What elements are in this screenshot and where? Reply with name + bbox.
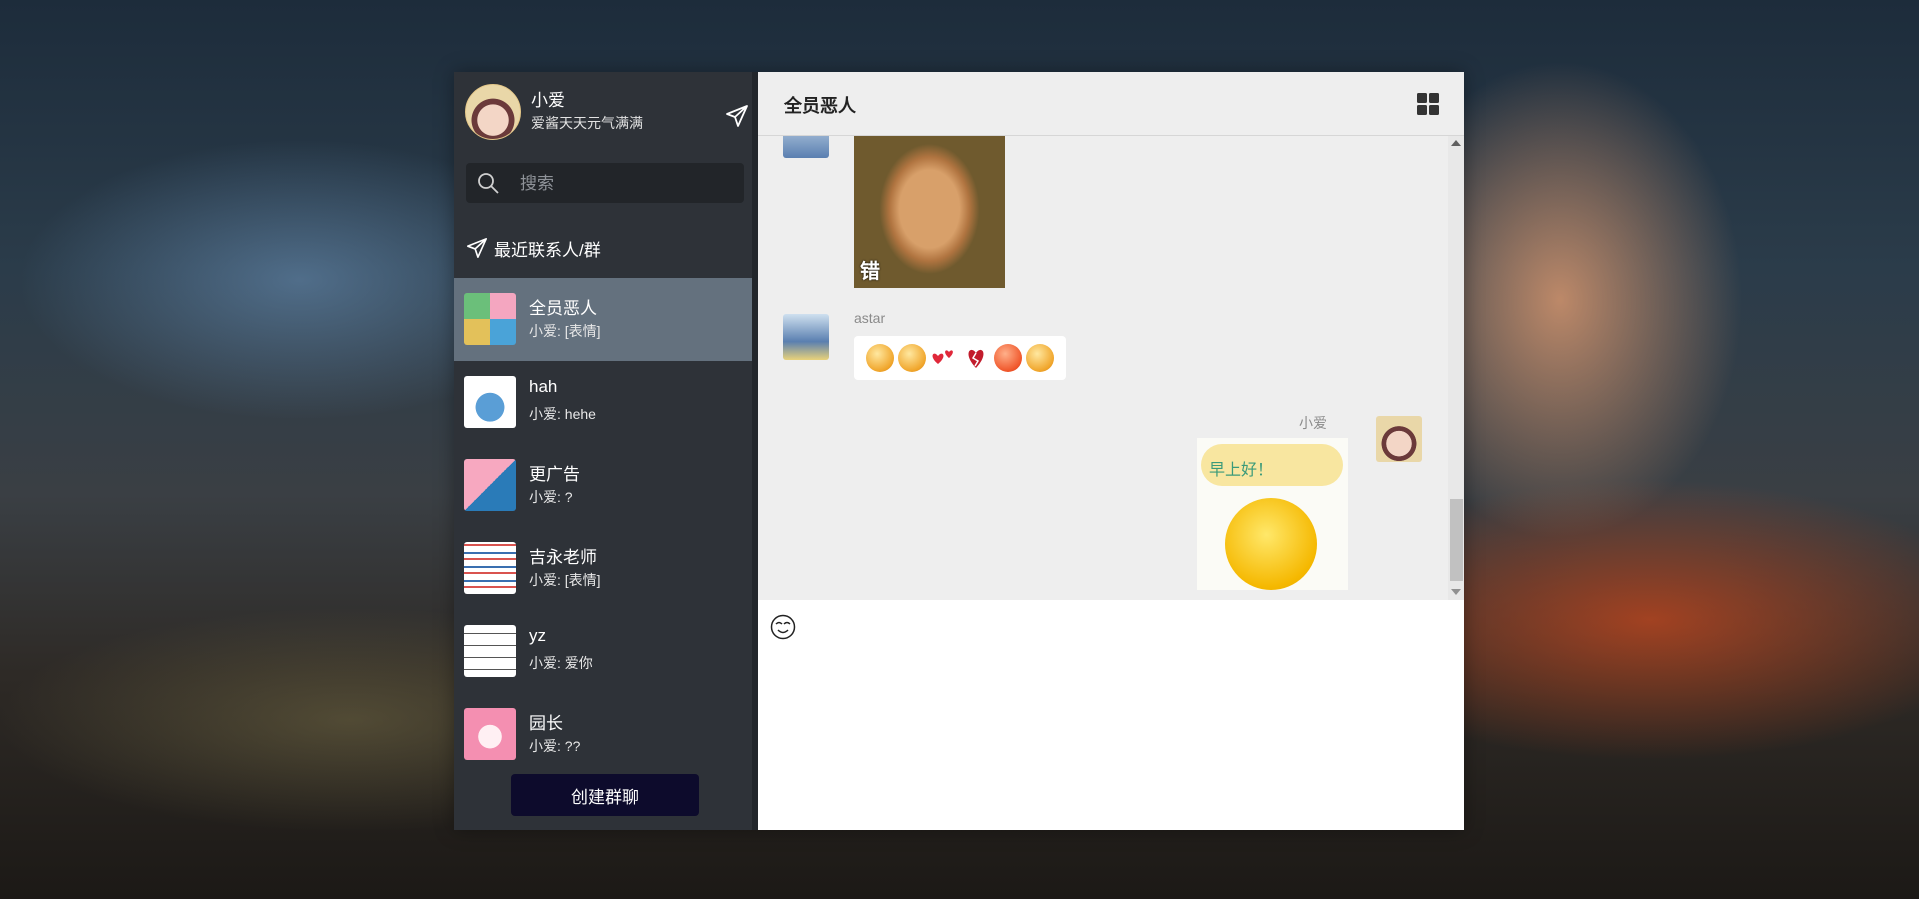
avatar[interactable] <box>1376 416 1422 462</box>
contact-last-message: 小爱: [表情] <box>529 572 601 588</box>
image-message[interactable]: 错 <box>854 136 1005 288</box>
avatar[interactable] <box>783 314 829 360</box>
broken-heart-icon <box>968 349 984 368</box>
contact-name: 全员恶人 <box>529 299 597 318</box>
smiley-icon[interactable] <box>770 614 796 640</box>
search-box <box>466 163 744 205</box>
contact-list: 全员恶人 小爱: [表情] hah 小爱: hehe 更广告 小爱: ? 吉永老… <box>454 278 752 776</box>
emoji-icon <box>994 344 1022 372</box>
scroll-up-arrow[interactable] <box>1451 140 1461 146</box>
emoji-icon <box>866 344 894 372</box>
paper-plane-icon[interactable] <box>725 104 749 128</box>
contact-item[interactable]: 全员恶人 小爱: [表情] <box>454 278 752 361</box>
avatar <box>464 376 516 428</box>
search-input[interactable] <box>518 163 732 205</box>
recent-contacts-header: 最近联系人/群 <box>466 236 601 260</box>
message-list[interactable]: 错 astar 小爱 早上好！ <box>758 136 1464 600</box>
message-input[interactable] <box>768 650 1452 824</box>
chat-header: 全员恶人 <box>758 72 1464 136</box>
contact-name: 更广告 <box>529 465 580 484</box>
chat-window: 小爱 爱酱天天元气满满 最近联系人/群 全员恶人 小爱: [表情] <box>454 72 1464 830</box>
scrollbar-thumb[interactable] <box>1450 499 1463 581</box>
avatar[interactable] <box>783 136 829 158</box>
contact-last-message: 小爱: ? <box>529 489 573 505</box>
sender-name: 小爱 <box>1299 415 1327 431</box>
avatar <box>464 459 516 511</box>
contact-name: hah <box>529 377 558 396</box>
avatar <box>464 542 516 594</box>
sender-name: astar <box>854 310 886 326</box>
contact-item[interactable]: yz 小爱: 爱你 <box>454 610 752 693</box>
contact-last-message: 小爱: [表情] <box>529 323 601 339</box>
contact-name: yz <box>529 626 546 645</box>
contact-last-message: 小爱: ?? <box>529 738 581 754</box>
emoji-icon <box>1026 344 1054 372</box>
contact-item[interactable]: hah 小爱: hehe <box>454 361 752 444</box>
avatar <box>464 293 516 345</box>
profile-name: 小爱 <box>531 91 565 110</box>
grid-icon[interactable] <box>1417 93 1439 115</box>
contact-last-message: 小爱: hehe <box>529 406 596 422</box>
image-caption: 错 <box>860 261 880 283</box>
contact-item[interactable]: 吉永老师 小爱: [表情] <box>454 527 752 610</box>
contact-name: 吉永老师 <box>529 548 597 567</box>
create-group-button[interactable]: 创建群聊 <box>511 774 699 816</box>
sidebar: 小爱 爱酱天天元气满满 最近联系人/群 全员恶人 小爱: [表情] <box>454 72 758 830</box>
contact-item[interactable]: 更广告 小爱: ? <box>454 444 752 527</box>
hearts-icon <box>932 350 953 364</box>
user-profile: 小爱 爱酱天天元气满满 <box>465 84 748 140</box>
scroll-down-arrow[interactable] <box>1451 589 1461 595</box>
emoji-message[interactable] <box>854 336 1066 380</box>
search-icon <box>478 173 499 194</box>
recent-contacts-title: 最近联系人/群 <box>494 240 601 260</box>
egg-yolk-shape <box>1225 498 1317 590</box>
avatar <box>464 708 516 760</box>
profile-status: 爱酱天天元气满满 <box>531 115 643 131</box>
chat-title: 全员恶人 <box>784 96 856 116</box>
avatar[interactable] <box>465 84 521 140</box>
contact-item[interactable]: 园长 小爱: ?? <box>454 693 752 776</box>
contact-last-message: 小爱: 爱你 <box>529 655 593 671</box>
avatar <box>464 625 516 677</box>
image-message[interactable]: 早上好！ <box>1197 438 1348 590</box>
emoji-icon <box>898 344 926 372</box>
message-composer <box>758 600 1464 830</box>
chat-panel: 全员恶人 错 astar 小爱 早上好！ <box>758 72 1464 830</box>
image-caption: 早上好！ <box>1209 462 1274 479</box>
paper-plane-icon <box>467 238 487 258</box>
contact-name: 园长 <box>529 714 563 733</box>
